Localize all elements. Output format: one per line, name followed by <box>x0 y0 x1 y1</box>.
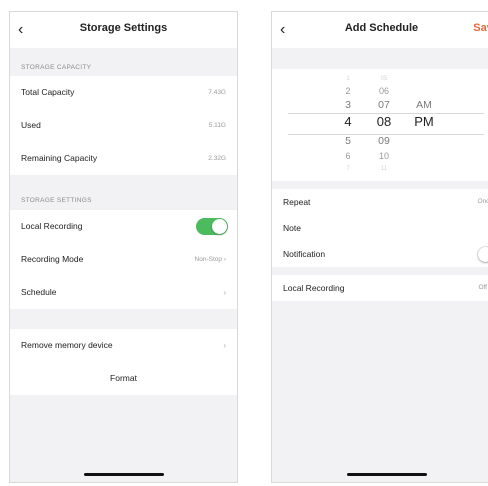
storage-settings-screen: ‹ Storage Settings STORAGE CAPACITY Tota… <box>9 11 238 483</box>
row-label: Remove memory device <box>21 340 113 350</box>
minute-option[interactable]: 05 <box>364 73 404 85</box>
toggle-knob <box>212 219 227 234</box>
row-label: Schedule <box>21 287 57 297</box>
row-local-recording: Local Recording <box>10 210 237 243</box>
toggle-knob <box>478 247 488 262</box>
row-recording-mode[interactable]: Recording Mode Non-Stop › <box>10 243 237 276</box>
row-repeat[interactable]: Repeat Once <box>272 189 488 215</box>
row-value: Off <box>478 284 487 291</box>
hour-option[interactable]: 1 <box>328 73 368 85</box>
row-notification: Notification <box>272 241 488 267</box>
chevron-right-icon: › <box>223 288 226 297</box>
row-label: Local Recording <box>21 221 83 231</box>
page-title: Storage Settings <box>79 22 168 34</box>
row-note[interactable]: Note <box>272 215 488 241</box>
row-label: Notification <box>283 249 326 259</box>
row-label: Remaining Capacity <box>21 153 98 163</box>
navigation-bar: ‹ Storage Settings <box>10 12 237 48</box>
section-header-storage-capacity: STORAGE CAPACITY <box>21 64 92 71</box>
minute-option[interactable]: 11 <box>364 163 404 175</box>
hour-option[interactable]: 3 <box>328 99 368 111</box>
hour-option[interactable]: 2 <box>328 85 368 97</box>
hour-option[interactable]: 4 <box>328 115 368 128</box>
hour-option[interactable]: 5 <box>328 135 368 147</box>
row-label: Local Recording <box>283 283 345 293</box>
row-total-capacity: Total Capacity 7.43G <box>10 76 237 109</box>
home-indicator <box>84 473 164 476</box>
minute-option[interactable]: 10 <box>364 150 404 162</box>
recording-mode-value: Non-Stop › <box>194 256 226 263</box>
time-picker[interactable]: 12 3 4 5 67 05 06 07 08 09 10 11 AM PM <box>272 69 488 181</box>
format-button[interactable]: Format <box>10 362 237 395</box>
row-local-recording[interactable]: Local Recording Off <box>272 275 488 301</box>
row-label: Used <box>21 120 41 130</box>
notification-toggle[interactable] <box>477 246 488 263</box>
page-title: Add Schedule <box>344 22 419 34</box>
row-schedule[interactable]: Schedule › <box>10 276 237 309</box>
section-header-storage-settings: STORAGE SETTINGS <box>21 197 92 204</box>
navigation-bar: ‹ Add Schedule Save <box>272 12 488 48</box>
row-value: Once <box>477 198 488 205</box>
minute-option[interactable]: 06 <box>364 85 404 97</box>
row-value: 2.32G <box>208 155 226 162</box>
minute-option[interactable]: 08 <box>364 115 404 128</box>
row-remaining-capacity: Remaining Capacity 2.32G <box>10 142 237 175</box>
row-value: 5.11G <box>208 122 226 129</box>
home-indicator <box>347 473 427 476</box>
minute-option[interactable]: 09 <box>364 135 404 147</box>
save-button[interactable]: Save <box>473 22 488 34</box>
row-used: Used 5.11G <box>10 109 237 142</box>
row-label: Note <box>283 223 301 233</box>
period-option[interactable]: PM <box>404 115 444 128</box>
row-remove-memory-device[interactable]: Remove memory device › <box>10 329 237 362</box>
local-recording-toggle[interactable] <box>196 218 228 235</box>
period-option[interactable]: AM <box>404 99 444 111</box>
chevron-right-icon: › <box>223 341 226 350</box>
format-label: Format <box>110 373 137 383</box>
row-value: 7.43G <box>208 89 226 96</box>
row-label: Total Capacity <box>21 87 75 97</box>
hour-option[interactable]: 7 <box>328 163 368 175</box>
hour-option[interactable]: 6 <box>328 150 368 162</box>
minute-option[interactable]: 07 <box>364 99 404 111</box>
add-schedule-screen: ‹ Add Schedule Save 12 3 4 5 67 0506 07 08 09 10… <box>271 11 488 483</box>
row-label: Repeat <box>283 197 311 207</box>
row-label: Recording Mode <box>21 254 84 264</box>
chevron-right-icon: › <box>223 256 226 263</box>
